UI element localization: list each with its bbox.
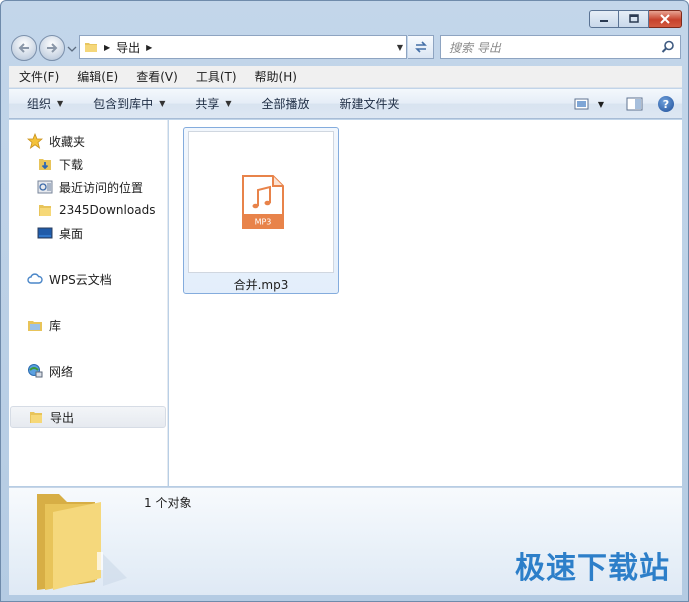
breadcrumb-separator-icon[interactable]: ▶ bbox=[104, 43, 110, 52]
download-folder-icon bbox=[37, 156, 53, 172]
forward-arrow-icon bbox=[47, 43, 58, 53]
include-in-library-label: 包含到库中 bbox=[93, 97, 154, 111]
nav-wps-cloud[interactable]: WPS云文档 bbox=[27, 268, 112, 290]
refresh-icon bbox=[414, 41, 427, 53]
close-icon bbox=[660, 14, 670, 24]
new-folder-button[interactable]: 新建文件夹 bbox=[310, 95, 400, 112]
nav-library-label: 库 bbox=[49, 318, 62, 333]
view-icon bbox=[574, 98, 589, 110]
nav-favorites-label: 收藏夹 bbox=[49, 134, 86, 149]
nav-current-folder-label: 导出 bbox=[50, 410, 75, 425]
maximize-button[interactable] bbox=[619, 10, 649, 28]
mp3-badge-text: MP3 bbox=[255, 218, 272, 227]
address-dropdown-icon[interactable]: ▼ bbox=[397, 43, 403, 52]
star-icon bbox=[27, 133, 43, 149]
close-button[interactable] bbox=[649, 10, 682, 28]
file-list-area[interactable]: MP3 合并.mp3 bbox=[169, 120, 682, 486]
command-bar: 组织 ▼ 包含到库中 ▼ 共享 ▼ 全部播放 新建文件夹 ▼ ? bbox=[9, 89, 682, 119]
maximize-icon bbox=[628, 14, 639, 23]
new-folder-label: 新建文件夹 bbox=[339, 97, 400, 111]
help-icon: ? bbox=[662, 97, 670, 111]
menu-view[interactable]: 查看(V) bbox=[126, 68, 186, 85]
item-count: 1 个对象 bbox=[144, 496, 192, 510]
large-folder-icon bbox=[37, 494, 127, 590]
nav-wps-cloud-label: WPS云文档 bbox=[49, 272, 112, 287]
menu-edit[interactable]: 编辑(E) bbox=[67, 68, 126, 85]
preview-pane-icon bbox=[626, 97, 643, 111]
recent-pages-dropdown-icon[interactable] bbox=[67, 44, 77, 54]
nav-desktop[interactable]: 桌面 bbox=[37, 222, 83, 244]
desktop-icon bbox=[37, 225, 53, 241]
navigation-pane: 收藏夹 下载 最近访问的位置 2345Downloads 桌面 WPS云文档 库… bbox=[9, 120, 168, 486]
view-controls: ▼ ? bbox=[574, 89, 682, 119]
play-all-label: 全部播放 bbox=[261, 97, 310, 111]
watermark: 极速下载站 bbox=[515, 551, 670, 586]
share-button[interactable]: 共享 ▼ bbox=[165, 95, 231, 112]
nav-downloads-label: 下载 bbox=[59, 157, 84, 172]
help-button[interactable]: ? bbox=[658, 96, 674, 112]
share-label: 共享 bbox=[195, 97, 220, 111]
mp3-file-icon: MP3 bbox=[242, 175, 284, 229]
refresh-button[interactable] bbox=[408, 35, 434, 59]
network-icon bbox=[27, 363, 43, 379]
search-placeholder: 搜索 导出 bbox=[449, 40, 501, 55]
minimize-button[interactable] bbox=[589, 10, 619, 28]
nav-desktop-label: 桌面 bbox=[59, 226, 84, 241]
chevron-down-icon[interactable]: ▼ bbox=[598, 100, 604, 109]
organize-label: 组织 bbox=[27, 97, 52, 111]
address-bar[interactable]: ▶ 导出 ▶ ▼ bbox=[79, 35, 407, 59]
details-pane: 1 个对象 极速下载站 bbox=[9, 487, 682, 595]
recent-places-icon bbox=[37, 179, 53, 195]
breadcrumb-separator-icon[interactable]: ▶ bbox=[146, 43, 152, 52]
play-all-button[interactable]: 全部播放 bbox=[232, 95, 310, 112]
preview-pane-button[interactable] bbox=[626, 97, 644, 111]
library-icon bbox=[27, 317, 43, 333]
search-input[interactable]: 搜索 导出 bbox=[440, 35, 681, 59]
organize-button[interactable]: 组织 ▼ bbox=[9, 95, 63, 112]
menu-help[interactable]: 帮助(H) bbox=[245, 68, 305, 85]
back-button[interactable] bbox=[11, 35, 37, 61]
breadcrumb-item[interactable]: 导出 bbox=[116, 39, 140, 56]
search-icon[interactable] bbox=[661, 40, 675, 54]
include-in-library-button[interactable]: 包含到库中 ▼ bbox=[63, 95, 165, 112]
nav-current-folder[interactable]: 导出 bbox=[10, 406, 166, 428]
cloud-icon bbox=[27, 271, 43, 287]
nav-2345downloads[interactable]: 2345Downloads bbox=[37, 199, 155, 221]
menu-tools[interactable]: 工具(T) bbox=[186, 68, 245, 85]
nav-favorites[interactable]: 收藏夹 bbox=[27, 130, 85, 152]
nav-library[interactable]: 库 bbox=[27, 314, 61, 336]
file-name[interactable]: 合并.mp3 bbox=[184, 276, 338, 293]
file-item[interactable]: MP3 合并.mp3 bbox=[183, 127, 339, 294]
nav-downloads[interactable]: 下载 bbox=[37, 153, 83, 175]
caption-buttons bbox=[589, 10, 682, 28]
back-arrow-icon bbox=[18, 43, 29, 53]
folder-icon bbox=[28, 409, 44, 425]
folder-icon bbox=[85, 43, 97, 52]
explorer-window: ▶ 导出 ▶ ▼ 搜索 导出 文件(F) 编辑(E) 查看(V) 工具(T) 帮… bbox=[0, 0, 689, 602]
nav-recent-places-label: 最近访问的位置 bbox=[59, 180, 144, 195]
nav-recent-places[interactable]: 最近访问的位置 bbox=[37, 176, 143, 198]
nav-network-label: 网络 bbox=[49, 364, 74, 379]
menu-bar: 文件(F) 编辑(E) 查看(V) 工具(T) 帮助(H) bbox=[9, 66, 682, 88]
nav-2345downloads-label: 2345Downloads bbox=[59, 203, 156, 217]
forward-button[interactable] bbox=[39, 35, 65, 61]
file-thumbnail: MP3 bbox=[188, 131, 334, 273]
minimize-icon bbox=[600, 20, 608, 22]
nav-network[interactable]: 网络 bbox=[27, 360, 73, 382]
change-view-button[interactable]: ▼ bbox=[574, 97, 604, 111]
menu-file[interactable]: 文件(F) bbox=[9, 68, 67, 85]
folder-icon bbox=[37, 202, 53, 218]
